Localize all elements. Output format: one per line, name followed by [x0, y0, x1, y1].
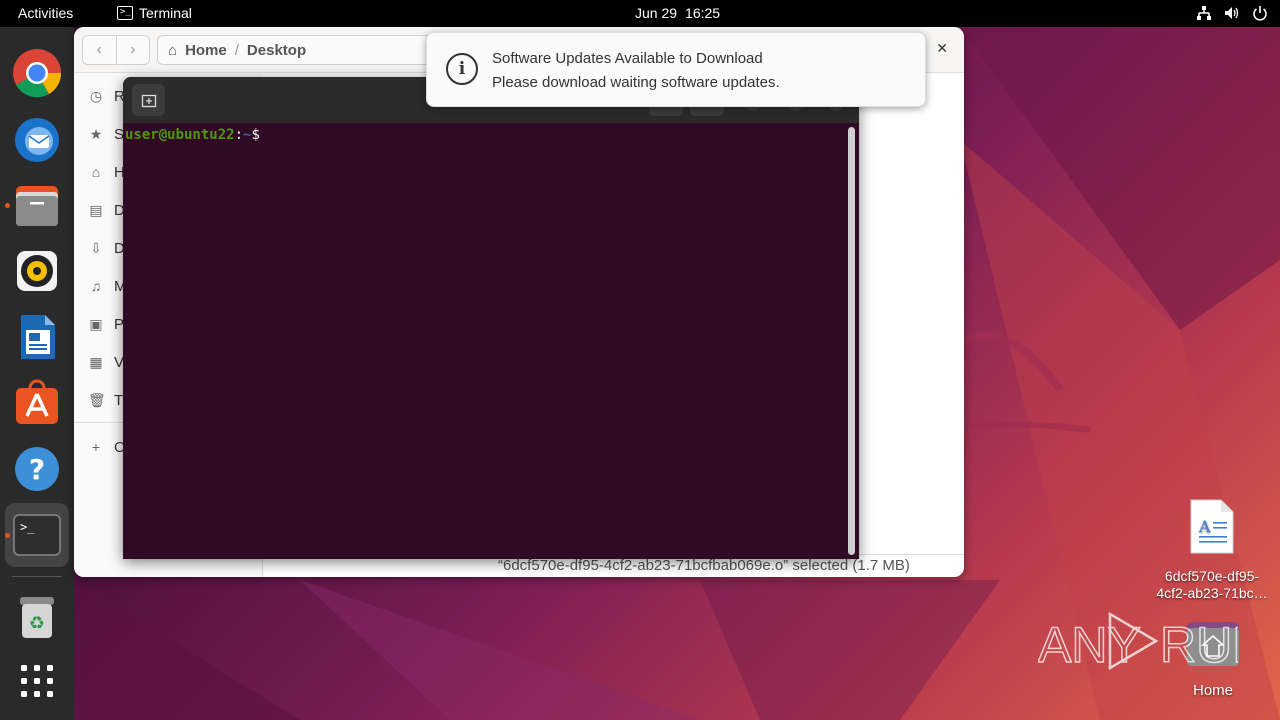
chevron-right-icon: ›	[130, 41, 136, 58]
sidebar-item-music[interactable]: ♫ M	[88, 276, 127, 296]
recent-icon: ◷	[89, 88, 103, 104]
clock[interactable]: Jun 29 16:25	[635, 5, 720, 21]
sidebar-item-videos[interactable]: ▦ V	[88, 352, 124, 372]
activities-button[interactable]: Activities	[18, 5, 73, 21]
dock: ? >_ ♻	[0, 27, 74, 720]
libreoffice-writer-icon	[21, 315, 55, 359]
app-menu-label: Terminal	[139, 5, 192, 21]
plus-icon: +	[91, 439, 101, 455]
status-text: “6dcf570e-df95-4cf2-ab23-71bcfbab069e.o”…	[498, 557, 910, 574]
sidebar-item-documents[interactable]: ▤ D	[88, 200, 124, 220]
software-launcher[interactable]	[11, 377, 63, 429]
trash-icon: 🗑	[88, 392, 106, 408]
trash-icon: ♻	[20, 597, 54, 638]
desktop-file-label-line1: 6dcf570e-df95-	[1164, 568, 1260, 584]
home-icon: ⌂	[91, 164, 101, 180]
prompt-user: user@ubuntu22	[125, 127, 235, 143]
chrome-icon	[13, 49, 62, 98]
svg-text:♻: ♻	[29, 613, 45, 634]
new-tab-button[interactable]	[132, 84, 165, 116]
path-segment-home[interactable]: Home	[185, 42, 227, 59]
prompt-colon: :	[234, 127, 244, 143]
path-bar: ⌂ Home / Desktop	[157, 35, 437, 65]
sidebar-item-home[interactable]: ⌂ H	[88, 162, 125, 182]
terminal-window: user@ubuntu22:~$	[123, 77, 859, 559]
terminal-scrollbar[interactable]	[848, 127, 855, 555]
sidebar-item-downloads[interactable]: ⇩ D	[88, 238, 125, 258]
video-icon: ▦	[89, 354, 103, 370]
rhythmbox-launcher[interactable]	[11, 245, 63, 297]
history-buttons: ‹ ›	[82, 35, 150, 65]
desktop-file[interactable]: A 6dcf570e-df95- 4cf2-ab23-71bc…	[1150, 498, 1274, 602]
terminal-icon: >_	[117, 6, 133, 20]
svg-text:ANY: ANY	[1038, 617, 1141, 673]
ubuntu-software-icon	[16, 379, 58, 424]
dock-separator	[12, 576, 62, 577]
close-icon[interactable]: ✕	[936, 40, 948, 57]
show-apps-button[interactable]	[11, 655, 63, 707]
app-grid-icon	[21, 665, 53, 697]
picture-icon: ▣	[89, 316, 103, 332]
download-icon: ⇩	[90, 240, 102, 256]
document-icon: ▤	[89, 202, 103, 218]
svg-text:>_: >_	[20, 520, 35, 534]
notification-body: Please download waiting software updates…	[492, 74, 780, 91]
forward-button[interactable]: ›	[117, 36, 150, 64]
path-separator: /	[234, 41, 239, 59]
star-icon: ★	[89, 126, 103, 142]
desktop-home-label: Home	[1192, 682, 1233, 699]
sidebar-item-recent[interactable]: ◷ R	[88, 86, 125, 106]
terminal-running-indicator	[5, 533, 10, 538]
chevron-left-icon: ‹	[96, 41, 102, 58]
files-launcher[interactable]	[11, 179, 63, 231]
new-tab-icon	[141, 94, 156, 108]
rhythmbox-icon	[17, 251, 57, 291]
help-icon: ?	[15, 447, 59, 491]
prompt-symbol: $	[251, 127, 260, 143]
sidebar-item-trash[interactable]: 🗑 Tr	[88, 390, 128, 410]
terminal-icon: >_	[13, 514, 61, 556]
svg-text:RUN: RUN	[1160, 617, 1238, 673]
sidebar-item-pictures[interactable]: ▣ Pi	[88, 314, 127, 334]
power-icon	[1252, 5, 1268, 21]
sidebar-item-starred[interactable]: ★ S	[88, 124, 124, 144]
text-document-icon: A	[1190, 499, 1234, 554]
thunderbird-launcher[interactable]	[11, 113, 63, 165]
writer-launcher[interactable]	[11, 311, 63, 363]
home-icon: ⌂	[168, 41, 178, 59]
clock-date: Jun 29	[635, 5, 678, 21]
clock-time: 16:25	[685, 5, 721, 21]
notification-banner[interactable]: i Software Updates Available to Download…	[426, 32, 926, 107]
path-segment-desktop[interactable]: Desktop	[247, 42, 306, 59]
svg-text:A: A	[1198, 517, 1211, 536]
notification-title: Software Updates Available to Download	[492, 50, 763, 67]
music-icon: ♫	[90, 278, 102, 294]
sidebar-item-other-locations[interactable]: + O	[88, 437, 126, 457]
terminal-launcher[interactable]: >_	[5, 503, 69, 567]
thunderbird-icon	[15, 118, 59, 162]
trash-launcher[interactable]: ♻	[11, 592, 63, 644]
network-icon	[1196, 5, 1212, 21]
desktop-file-label-line2: 4cf2-ab23-71bc…	[1156, 585, 1268, 601]
shell-prompt: user@ubuntu22:~$	[125, 127, 260, 143]
terminal-body[interactable]: user@ubuntu22:~$	[123, 123, 859, 559]
help-launcher[interactable]: ?	[11, 443, 63, 495]
back-button[interactable]: ‹	[83, 36, 117, 64]
anyrun-watermark: ANY RUN	[1037, 606, 1269, 676]
volume-icon	[1224, 5, 1240, 21]
chrome-launcher[interactable]	[11, 47, 63, 99]
files-icon	[16, 186, 58, 226]
app-menu[interactable]: >_ Terminal	[117, 5, 192, 21]
svg-text:?: ?	[29, 453, 45, 486]
files-running-indicator	[5, 203, 10, 208]
system-tray[interactable]	[1196, 5, 1268, 21]
info-icon: i	[446, 53, 478, 85]
top-bar: Activities >_ Terminal Jun 29 16:25	[0, 0, 1280, 27]
